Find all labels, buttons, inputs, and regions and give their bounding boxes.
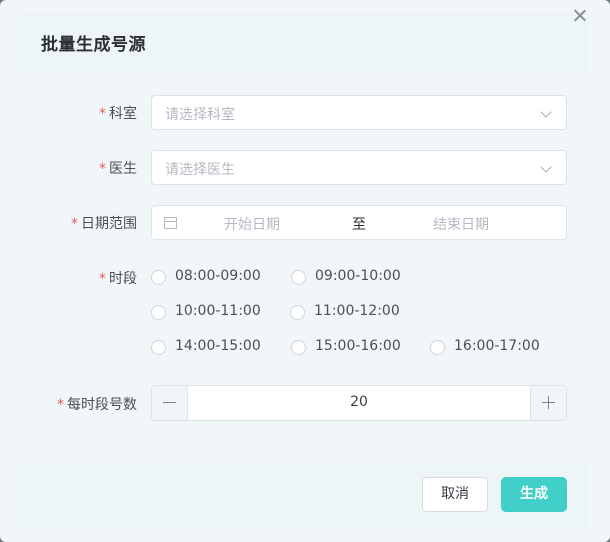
department-placeholder: 请选择科室	[165, 107, 235, 123]
time-slot-label: * 时段	[99, 268, 137, 288]
dialog-title: 批量生成号源	[41, 35, 146, 55]
department-select[interactable]: 请选择科室	[151, 95, 567, 130]
plus-icon-vertical	[548, 396, 550, 409]
close-icon[interactable]	[572, 8, 588, 24]
time-slot-label: 09:00-10:00	[315, 268, 401, 284]
radio-circle	[151, 305, 166, 320]
start-date-input[interactable]: 开始日期	[224, 214, 280, 234]
minus-icon	[163, 402, 176, 404]
chevron-down-icon	[540, 161, 552, 173]
batch-generate-dialog: 批量生成号源 * 科室 请选择科室 * 医生 请选择医生 * 日期范围 开始日期 至 …	[0, 0, 610, 542]
per-slot-count-label-text: 每时段号数	[67, 397, 137, 413]
radio-circle	[290, 305, 305, 320]
generate-button[interactable]: 生成	[501, 477, 567, 512]
time-slot-label: 11:00-12:00	[314, 303, 400, 319]
required-mark: *	[99, 271, 106, 287]
increment-button[interactable]	[530, 386, 566, 420]
time-slot-label: 15:00-16:00	[315, 338, 401, 354]
radio-circle	[151, 270, 166, 285]
doctor-placeholder: 请选择医生	[165, 162, 235, 178]
end-date-input[interactable]: 结束日期	[433, 214, 489, 234]
time-slot-label: 08:00-09:00	[175, 268, 261, 284]
required-mark: *	[71, 216, 78, 232]
time-slot-label-text: 时段	[109, 271, 137, 287]
date-range-picker[interactable]: 开始日期 至 结束日期	[151, 205, 567, 240]
date-range-label-text: 日期范围	[81, 216, 137, 232]
required-mark: *	[99, 161, 106, 177]
doctor-label-text: 医生	[109, 161, 137, 177]
time-slot-label: 14:00-15:00	[175, 338, 261, 354]
radio-circle	[291, 340, 306, 355]
required-mark: *	[57, 397, 64, 413]
department-label: * 科室	[99, 103, 137, 123]
cancel-button[interactable]: 取消	[422, 477, 488, 512]
dialog-header: 批量生成号源	[17, 12, 589, 72]
date-range-label: * 日期范围	[71, 213, 137, 233]
per-slot-count-label: * 每时段号数	[57, 394, 137, 414]
department-label-text: 科室	[109, 106, 137, 122]
calendar-icon	[164, 217, 177, 229]
chevron-down-icon	[540, 106, 552, 118]
range-separator: 至	[352, 217, 366, 233]
required-mark: *	[99, 106, 106, 122]
radio-circle	[291, 270, 306, 285]
radio-circle	[151, 340, 166, 355]
time-slot-label: 10:00-11:00	[175, 303, 261, 319]
time-slot-label: 16:00-17:00	[454, 338, 540, 354]
doctor-label: * 医生	[99, 158, 137, 178]
quantity-stepper[interactable]: 20	[151, 385, 567, 421]
dialog-footer: 取消 生成	[17, 462, 589, 528]
radio-circle	[430, 340, 445, 355]
doctor-select[interactable]: 请选择医生	[151, 150, 567, 185]
quantity-value[interactable]: 20	[188, 394, 530, 410]
decrement-button[interactable]	[152, 386, 188, 420]
